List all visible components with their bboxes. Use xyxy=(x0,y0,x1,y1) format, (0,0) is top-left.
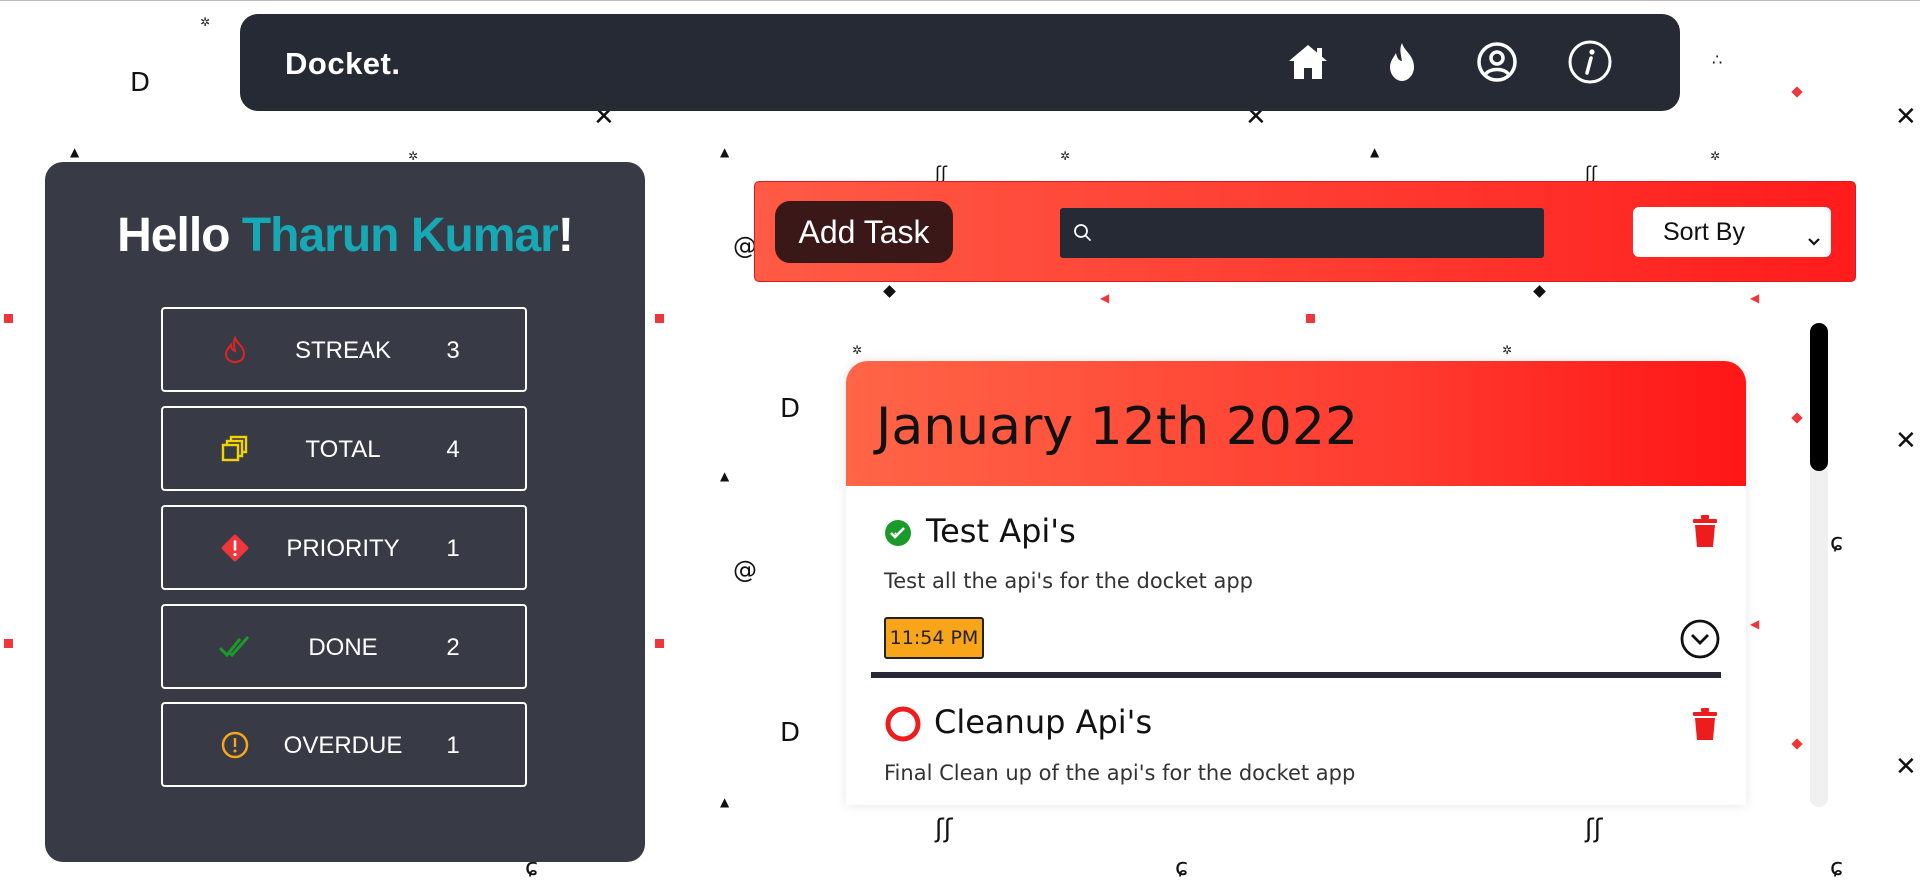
hook-decoration: ɕ xyxy=(1830,528,1844,556)
double-check-icon xyxy=(218,630,252,664)
cross-decoration: ✕ xyxy=(1895,752,1917,782)
red-square-decoration xyxy=(655,639,664,648)
hook-decoration: ɕ xyxy=(1830,853,1844,881)
crescent-decoration: D xyxy=(130,68,151,98)
hook-decoration: ɕ xyxy=(1175,853,1189,881)
spiral-decoration: @ xyxy=(733,556,757,584)
task-description: Final Clean up of the api's for the dock… xyxy=(884,761,1356,785)
time-badge: 11:54 PM xyxy=(884,617,984,659)
red-triangle-decoration: ◀ xyxy=(1100,291,1110,305)
stats-panel: Hello Tharun Kumar! STREAK 3 TOTAL 4 PRI… xyxy=(45,162,645,862)
triangle-decoration: ▲ xyxy=(720,795,730,809)
stat-label: DONE xyxy=(308,634,378,661)
task-item[interactable]: Test Api's Test all the api's for the do… xyxy=(846,486,1746,686)
red-triangle-decoration: ◀ xyxy=(1750,617,1760,631)
brand-logo[interactable]: Docket. xyxy=(285,46,400,82)
flame-icon[interactable] xyxy=(1379,39,1425,85)
task-title: Test Api's xyxy=(926,512,1076,550)
triangle-decoration: ▲ xyxy=(720,469,730,483)
chevron-down-icon xyxy=(1807,225,1821,254)
red-square-decoration xyxy=(4,639,13,648)
search-input[interactable] xyxy=(1100,208,1534,260)
stat-label: TOTAL xyxy=(305,436,381,463)
expand-chevron-icon[interactable] xyxy=(1680,619,1720,664)
stat-card-overdue: OVERDUE 1 xyxy=(161,702,527,787)
diamond-decoration xyxy=(883,285,896,298)
stat-label: PRIORITY xyxy=(286,535,400,562)
stat-value: 1 xyxy=(446,535,460,562)
sort-by-label: Sort By xyxy=(1663,217,1745,246)
top-border xyxy=(0,0,1920,1)
red-square-decoration xyxy=(655,314,664,323)
triangle-decoration: ▲ xyxy=(1370,145,1380,159)
stat-card-total: TOTAL 4 xyxy=(161,406,527,491)
greeting: Hello Tharun Kumar! xyxy=(117,209,574,262)
task-item[interactable]: Cleanup Api's Final Clean up of the api'… xyxy=(846,693,1746,805)
search-box xyxy=(1060,208,1544,260)
trash-icon[interactable] xyxy=(1690,707,1720,746)
sparkle-decoration: ✲ xyxy=(852,343,863,357)
red-diamond-decoration xyxy=(1791,412,1803,424)
home-icon[interactable] xyxy=(1285,39,1331,85)
check-circle-icon[interactable] xyxy=(884,519,912,552)
diamond-decoration xyxy=(1533,285,1546,298)
dots-decoration: ∴ xyxy=(1712,50,1723,69)
task-description: Test all the api's for the docket app xyxy=(884,569,1253,593)
stat-value: 2 xyxy=(446,634,460,661)
search-icon xyxy=(1073,223,1093,248)
red-diamond-decoration xyxy=(1791,738,1803,750)
crescent-decoration: D xyxy=(780,718,801,748)
info-icon[interactable] xyxy=(1567,39,1613,85)
alert-circle-icon xyxy=(218,728,252,762)
squiggle-decoration: ʃʃ xyxy=(935,814,953,844)
crescent-decoration: D xyxy=(780,394,801,424)
warning-diamond-icon xyxy=(218,531,252,565)
stat-value: 4 xyxy=(446,436,460,463)
sparkle-decoration: ✲ xyxy=(1502,343,1513,357)
stat-value: 3 xyxy=(446,337,460,364)
red-square-decoration xyxy=(1306,314,1315,323)
sparkle-decoration: ✲ xyxy=(1710,149,1721,163)
squiggle-decoration: ʃʃ xyxy=(1585,814,1603,844)
stat-card-streak: STREAK 3 xyxy=(161,307,527,392)
stacked-squares-icon xyxy=(218,432,252,466)
triangle-decoration: ▲ xyxy=(70,145,80,159)
stat-label: STREAK xyxy=(294,337,392,364)
sparkle-decoration: ✲ xyxy=(408,149,419,163)
sparkle-decoration: ✲ xyxy=(1060,149,1071,163)
user-circle-icon[interactable] xyxy=(1474,39,1520,85)
date-group-card: January 12th 2022 Test Api's Test all th… xyxy=(846,361,1746,805)
red-square-decoration xyxy=(4,314,13,323)
sort-by-select[interactable]: Sort By xyxy=(1633,207,1831,257)
cross-decoration: ✕ xyxy=(1895,426,1917,456)
stat-card-priority: PRIORITY 1 xyxy=(161,505,527,590)
scrollbar-thumb[interactable] xyxy=(1810,323,1828,471)
red-triangle-decoration: ◀ xyxy=(1750,291,1760,305)
date-header: January 12th 2022 xyxy=(846,361,1746,486)
incomplete-circle-icon[interactable] xyxy=(884,705,922,748)
stat-label: OVERDUE xyxy=(283,732,403,759)
date-title: January 12th 2022 xyxy=(876,397,1359,457)
cross-decoration: ✕ xyxy=(1895,102,1917,132)
task-divider xyxy=(871,672,1721,678)
user-name: Tharun Kumar xyxy=(241,209,559,262)
add-task-button[interactable]: Add Task xyxy=(775,201,953,263)
stat-value: 1 xyxy=(446,732,460,759)
task-toolbar: Add Task Sort By xyxy=(754,181,1856,282)
sparkle-decoration: ✲ xyxy=(200,15,211,29)
flame-outline-icon xyxy=(218,333,252,367)
red-diamond-decoration xyxy=(1791,86,1803,98)
stat-card-done: DONE 2 xyxy=(161,604,527,689)
trash-icon[interactable] xyxy=(1690,514,1720,553)
task-title: Cleanup Api's xyxy=(934,703,1153,741)
triangle-decoration: ▲ xyxy=(720,145,730,159)
navbar: Docket. xyxy=(240,14,1680,111)
